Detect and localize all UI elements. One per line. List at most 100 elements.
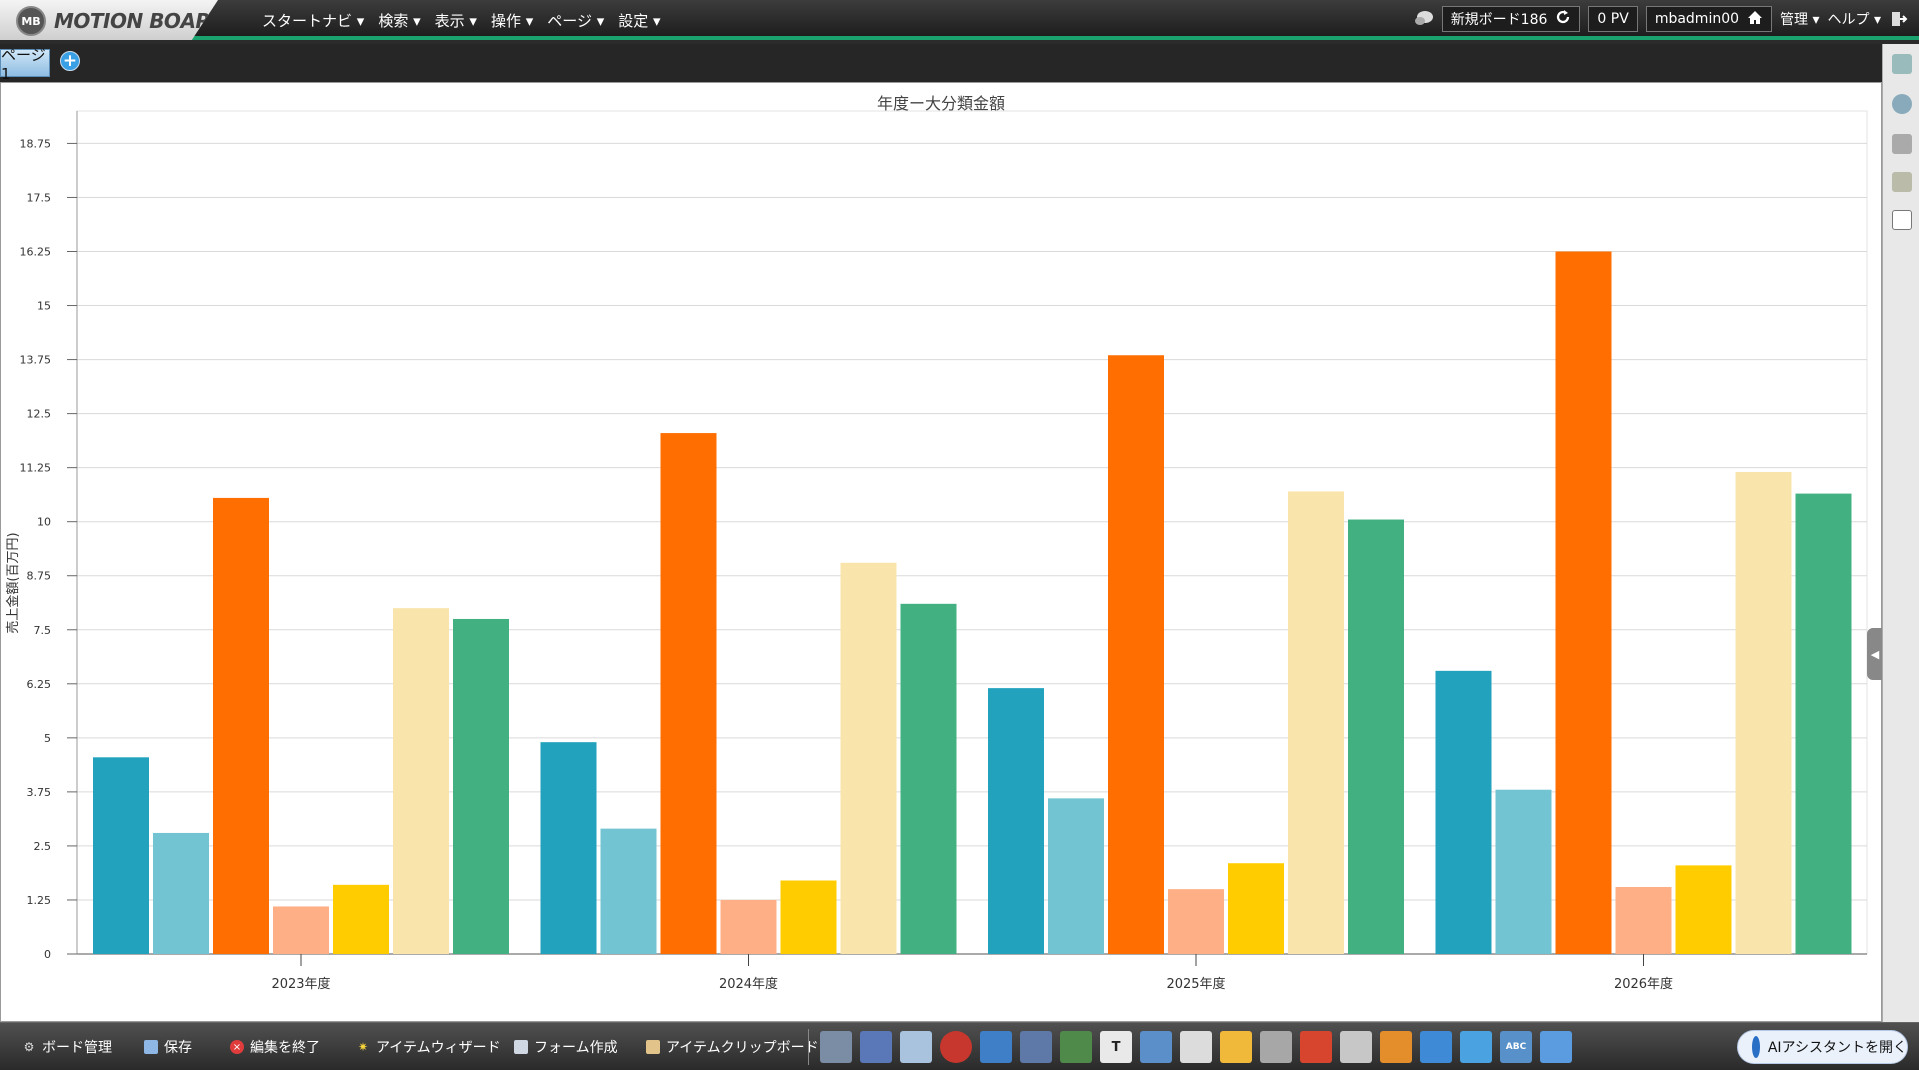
- word-cloud-tool-icon[interactable]: ABC: [1500, 1031, 1532, 1063]
- plugin-tool-icon[interactable]: [1540, 1031, 1572, 1063]
- comment-tool-icon[interactable]: [1180, 1031, 1212, 1063]
- board-name-chip[interactable]: 新規ボード186: [1441, 6, 1581, 32]
- item-wizard-button[interactable]: ✷ アイテムウィザード: [356, 1037, 501, 1057]
- chat-icon[interactable]: [1414, 9, 1434, 29]
- bar: [1228, 863, 1284, 954]
- globe-icon[interactable]: [1892, 94, 1912, 114]
- save-icon: [144, 1040, 158, 1054]
- y-tick-label: 2.5: [34, 840, 52, 853]
- table-tool-icon[interactable]: [900, 1031, 932, 1063]
- bar-chart: 年度ー大分類金額 売上金額(百万円) 0 1.25 2.5 3.75 5 6.25 7.5 8…: [5, 94, 1868, 992]
- document-icon[interactable]: [1892, 210, 1912, 230]
- picture-tool-icon[interactable]: [1060, 1031, 1092, 1063]
- y-tick-label: 7.5: [34, 624, 52, 637]
- board-name: 新規ボード186: [1450, 12, 1548, 28]
- bar: [988, 688, 1044, 954]
- text-tool-icon[interactable]: T: [1100, 1031, 1132, 1063]
- bar: [1615, 886, 1672, 954]
- save-button[interactable]: 保存: [144, 1037, 192, 1057]
- bar: [1735, 471, 1792, 954]
- bar: [720, 899, 777, 954]
- y-axis-label: 売上金額(百万円): [5, 532, 21, 633]
- bar: [1795, 493, 1852, 954]
- bar: [1495, 789, 1552, 954]
- layout-tool-icon[interactable]: [820, 1031, 852, 1063]
- collapse-panel-handle[interactable]: ◀: [1867, 628, 1883, 680]
- save-label: 保存: [164, 1040, 192, 1056]
- logout-icon[interactable]: [1889, 9, 1909, 29]
- toolbar-divider: [808, 1029, 809, 1065]
- logo-badge: MB: [16, 6, 46, 36]
- form-create-button[interactable]: フォーム作成: [514, 1037, 618, 1057]
- ai-assistant-button[interactable]: AIアシスタントを開く: [1737, 1030, 1908, 1064]
- bar: [900, 603, 957, 954]
- form-icon: [514, 1040, 528, 1054]
- bar: [1555, 251, 1612, 954]
- ai-assistant-label: AIアシスタントを開く: [1767, 1040, 1907, 1056]
- info-tool-icon[interactable]: [1420, 1031, 1452, 1063]
- item-clipboard-button[interactable]: アイテムクリップボード: [646, 1037, 819, 1057]
- board-manage-button[interactable]: ⚙ ボード管理: [22, 1037, 112, 1057]
- folder-tool-icon[interactable]: [1220, 1031, 1252, 1063]
- tab-page-1[interactable]: ページ1: [0, 46, 50, 83]
- database-icon[interactable]: [1892, 134, 1912, 154]
- bar: [840, 562, 897, 954]
- y-tick-label: 13.75: [20, 354, 52, 367]
- bar: [333, 884, 389, 954]
- form-tool-icon[interactable]: [1340, 1031, 1372, 1063]
- menu-operation[interactable]: 操作 ▾: [491, 10, 533, 31]
- menu-start-navi[interactable]: スタートナビ ▾: [262, 10, 364, 31]
- menu-search[interactable]: 検索 ▾: [378, 10, 420, 31]
- y-tick-label: 6.25: [27, 678, 52, 691]
- main-menu: スタートナビ ▾ 検索 ▾ 表示 ▾ 操作 ▾ ページ ▾ 設定 ▾: [262, 10, 661, 31]
- bar: [1675, 865, 1732, 954]
- menu-settings[interactable]: 設定 ▾: [618, 10, 660, 31]
- refresh-icon[interactable]: [1555, 9, 1571, 29]
- x-tick-label: 2026年度: [1614, 976, 1673, 992]
- bar: [1435, 670, 1492, 954]
- wizard-icon[interactable]: [1892, 172, 1912, 192]
- page-tab-bar: ページ1: [0, 44, 1882, 83]
- bar: [453, 618, 509, 954]
- board-manage-label: ボード管理: [42, 1040, 112, 1056]
- scatter-tool-icon[interactable]: [1020, 1031, 1052, 1063]
- add-page-icon[interactable]: +: [60, 51, 80, 71]
- cube-tool-icon[interactable]: [1460, 1031, 1492, 1063]
- bar: [540, 742, 597, 954]
- help-menu[interactable]: ヘルプ ▾: [1828, 9, 1881, 29]
- bar: [660, 433, 717, 955]
- bar: [273, 906, 329, 954]
- home-icon[interactable]: [1747, 10, 1763, 29]
- sparkle-icon: ✷: [357, 1040, 369, 1054]
- app-window: MB MOTION BOARD スタートナビ ▾ 検索 ▾ 表示 ▾ 操作 ▾ …: [0, 0, 1919, 1070]
- admin-menu[interactable]: 管理 ▾: [1780, 9, 1819, 29]
- logo-text: MOTION BOARD: [54, 9, 227, 33]
- x-tick-label: 2025年度: [1166, 976, 1225, 992]
- y-tick-label: 0: [44, 948, 51, 961]
- clock-tool-icon[interactable]: [940, 1031, 972, 1063]
- shape-tool-icon[interactable]: [1300, 1031, 1332, 1063]
- button-tool-icon[interactable]: [1260, 1031, 1292, 1063]
- bar: [1108, 355, 1164, 954]
- image-tool-icon[interactable]: [980, 1031, 1012, 1063]
- user-chip[interactable]: mbadmin00: [1645, 6, 1773, 32]
- bar: [213, 497, 269, 954]
- end-edit-button[interactable]: × 編集を終了: [230, 1037, 320, 1057]
- pin-icon[interactable]: [1892, 54, 1912, 74]
- link-tool-icon[interactable]: [1140, 1031, 1172, 1063]
- chart-tool-icon[interactable]: [860, 1031, 892, 1063]
- panel-tool-icon[interactable]: [1380, 1031, 1412, 1063]
- chart-panel: 年度ー大分類金額 売上金額(百万円) 0 1.25 2.5 3.75 5 6.25 7.5 8…: [0, 82, 1883, 1022]
- x-axis-ticks: 2023年度 2024年度 2025年度 2026年度: [271, 954, 1673, 992]
- y-tick-label: 1.25: [27, 894, 52, 907]
- menu-view[interactable]: 表示 ▾: [435, 10, 477, 31]
- menu-page[interactable]: ページ ▾: [547, 10, 604, 31]
- logo: MB MOTION BOARD: [0, 0, 218, 40]
- pv-counter: 0 PV: [1588, 6, 1638, 32]
- y-tick-label: 16.25: [20, 246, 52, 259]
- close-icon: ×: [230, 1040, 244, 1054]
- y-tick-label: 17.5: [27, 191, 52, 204]
- bar: [600, 828, 657, 954]
- bar: [153, 832, 209, 954]
- bar: [1348, 519, 1404, 954]
